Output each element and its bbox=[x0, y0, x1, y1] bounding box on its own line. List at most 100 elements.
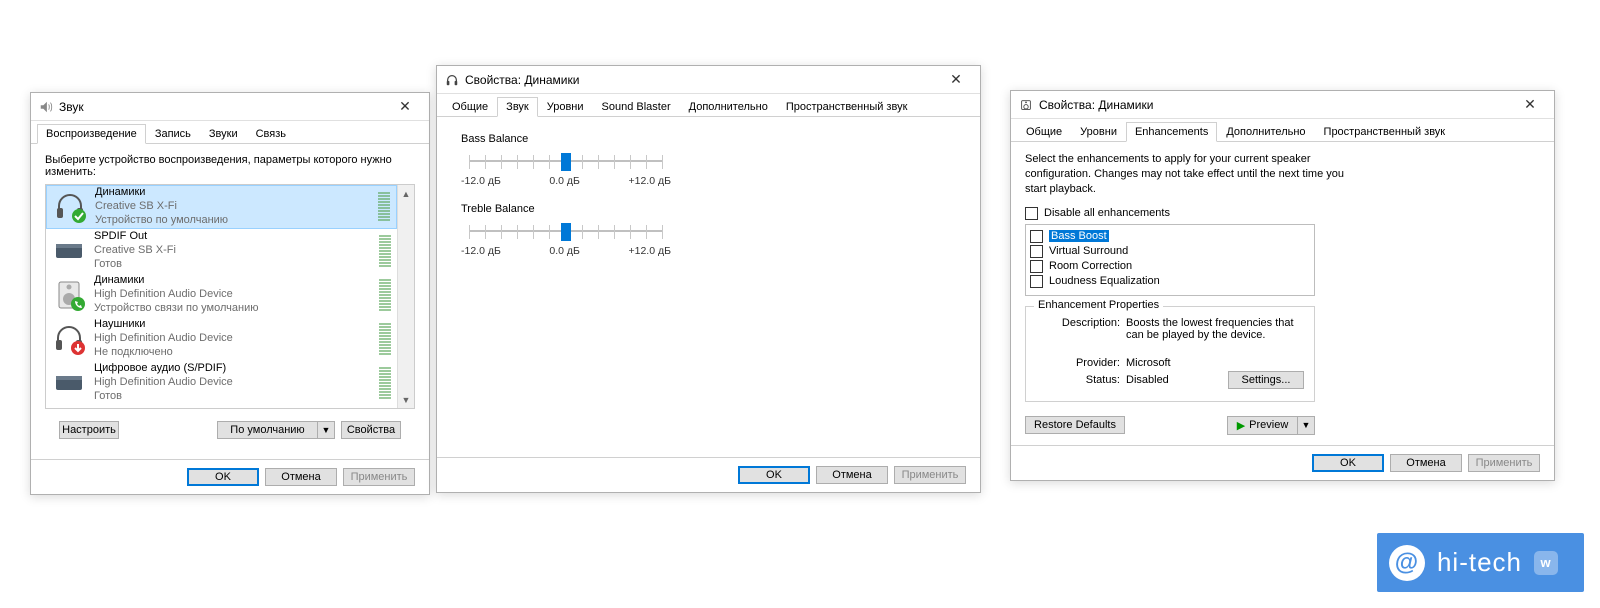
enhancement-list: Bass BoostVirtual Surround Room Correctio… bbox=[1025, 224, 1315, 296]
tab-strip: ВоспроизведениеЗаписьЗвукиСвязь bbox=[31, 121, 429, 144]
enhancement-item[interactable]: Loudness Equalization bbox=[1030, 274, 1308, 289]
enhancement-item[interactable]: Virtual Surround bbox=[1030, 244, 1308, 259]
titlebar[interactable]: Свойства: Динамики ✕ bbox=[437, 66, 980, 94]
enhancement-properties-group: Enhancement Properties Description:Boost… bbox=[1025, 306, 1315, 402]
scroll-up-icon[interactable]: ▲ bbox=[398, 185, 414, 202]
fieldset-legend: Enhancement Properties bbox=[1034, 299, 1163, 311]
checkbox-icon[interactable] bbox=[1030, 245, 1043, 258]
tab-strip: ОбщиеЗвукУровниSound BlasterДополнительн… bbox=[437, 94, 980, 117]
ok-button[interactable]: OK bbox=[187, 468, 259, 486]
tab-общие[interactable]: Общие bbox=[1017, 122, 1071, 142]
ok-button[interactable]: OK bbox=[1312, 454, 1384, 472]
chevron-down-icon[interactable]: ▼ bbox=[317, 421, 335, 439]
dialog-buttons: OK Отмена Применить bbox=[31, 459, 429, 494]
tab-пространственный-звук[interactable]: Пространственный звук bbox=[777, 97, 917, 117]
device-name: SPDIF Out bbox=[94, 230, 377, 244]
window-title: Звук bbox=[59, 100, 385, 114]
configure-button[interactable]: Настроить bbox=[59, 421, 119, 439]
properties-button[interactable]: Свойства bbox=[341, 421, 401, 439]
tab-strip: ОбщиеУровниEnhancementsДополнительноПрос… bbox=[1011, 119, 1554, 142]
tab-пространственный-звук[interactable]: Пространственный звук bbox=[1315, 122, 1455, 142]
device-list: ДинамикиCreative SB X-FiУстройство по ум… bbox=[45, 184, 415, 409]
cancel-button[interactable]: Отмена bbox=[265, 468, 337, 486]
tab-звуки[interactable]: Звуки bbox=[200, 124, 247, 144]
device-item[interactable]: Цифровое аудио (S/PDIF)High Definition A… bbox=[46, 361, 397, 405]
device-item[interactable]: SPDIF OutCreative SB X-FiГотов bbox=[46, 229, 397, 273]
tab-enhancements[interactable]: Enhancements bbox=[1126, 122, 1217, 142]
tab-воспроизведение[interactable]: Воспроизведение bbox=[37, 124, 146, 144]
checkbox-icon[interactable] bbox=[1030, 260, 1043, 273]
device-item[interactable]: ДинамикиHigh Definition Audio DeviceУстр… bbox=[46, 273, 397, 317]
restore-defaults-button[interactable]: Restore Defaults bbox=[1025, 416, 1125, 434]
checkbox-icon[interactable] bbox=[1030, 230, 1043, 243]
slider-group: Bass Balance-12.0 дБ0.0 дБ+12.0 дБ bbox=[461, 133, 671, 187]
disable-all-checkbox[interactable]: Disable all enhancements bbox=[1025, 207, 1540, 220]
apply-button[interactable]: Применить bbox=[894, 466, 966, 484]
default-button[interactable]: По умолчанию bbox=[217, 421, 317, 439]
status-row: Status:DisabledSettings... bbox=[1036, 371, 1304, 389]
enhancement-item[interactable]: Bass Boost bbox=[1030, 229, 1308, 244]
tab-sound-blaster[interactable]: Sound Blaster bbox=[593, 97, 680, 117]
scrollbar[interactable]: ▲ ▼ bbox=[397, 185, 414, 408]
slider-thumb[interactable] bbox=[561, 223, 571, 241]
headphones-icon bbox=[445, 73, 459, 87]
close-icon[interactable]: ✕ bbox=[936, 70, 976, 90]
apply-button[interactable]: Применить bbox=[343, 468, 415, 486]
tab-дополнительно[interactable]: Дополнительно bbox=[680, 97, 777, 117]
level-meter bbox=[379, 279, 391, 311]
cancel-button[interactable]: Отмена bbox=[816, 466, 888, 484]
default-dropdown[interactable]: По умолчанию ▼ bbox=[217, 421, 335, 439]
dialog-buttons: OK Отмена Применить bbox=[1011, 445, 1554, 480]
slider-min: -12.0 дБ bbox=[461, 175, 501, 187]
properties-sound-window: Свойства: Динамики ✕ ОбщиеЗвукУровниSoun… bbox=[436, 65, 981, 493]
device-driver: High Definition Audio Device bbox=[94, 332, 377, 346]
device-item[interactable]: НаушникиHigh Definition Audio DeviceНе п… bbox=[46, 317, 397, 361]
preview-dropdown[interactable]: ▶Preview ▼ bbox=[1227, 416, 1315, 435]
titlebar[interactable]: Звук ✕ bbox=[31, 93, 429, 121]
titlebar[interactable]: Свойства: Динамики ✕ bbox=[1011, 91, 1554, 119]
enhancement-label: Room Correction bbox=[1049, 260, 1132, 272]
close-icon[interactable]: ✕ bbox=[1510, 95, 1550, 115]
enhancement-item[interactable]: Room Correction bbox=[1030, 259, 1308, 274]
device-icon bbox=[52, 366, 86, 400]
tab-связь[interactable]: Связь bbox=[247, 124, 295, 144]
tab-общие[interactable]: Общие bbox=[443, 97, 497, 117]
device-item[interactable]: ДинамикиCreative SB X-FiУстройство по ум… bbox=[46, 185, 397, 229]
tab-звук[interactable]: Звук bbox=[497, 97, 538, 117]
close-icon[interactable]: ✕ bbox=[385, 97, 425, 117]
slider-track[interactable] bbox=[461, 221, 671, 243]
device-status: Устройство связи по умолчанию bbox=[94, 302, 377, 316]
tab-content: Выберите устройство воспроизведения, пар… bbox=[31, 144, 429, 459]
ok-button[interactable]: OK bbox=[738, 466, 810, 484]
settings-button[interactable]: Settings... bbox=[1228, 371, 1304, 389]
level-meter bbox=[378, 192, 390, 222]
slider-scale: -12.0 дБ0.0 дБ+12.0 дБ bbox=[461, 175, 671, 187]
speaker-icon bbox=[39, 100, 53, 114]
cancel-button[interactable]: Отмена bbox=[1390, 454, 1462, 472]
tab-уровни[interactable]: Уровни bbox=[538, 97, 593, 117]
scroll-down-icon[interactable]: ▼ bbox=[398, 391, 414, 408]
chevron-down-icon[interactable]: ▼ bbox=[1297, 416, 1315, 435]
level-meter bbox=[379, 367, 391, 399]
dialog-buttons: OK Отмена Применить bbox=[437, 457, 980, 492]
apply-button[interactable]: Применить bbox=[1468, 454, 1540, 472]
device-status: Устройство по умолчанию bbox=[95, 214, 376, 228]
device-icon bbox=[52, 322, 86, 356]
slider-label: Bass Balance bbox=[461, 133, 671, 145]
slider-thumb[interactable] bbox=[561, 153, 571, 171]
device-name: Динамики bbox=[95, 186, 376, 200]
device-driver: High Definition Audio Device bbox=[94, 288, 377, 302]
tab-дополнительно[interactable]: Дополнительно bbox=[1217, 122, 1314, 142]
enhancement-label: Virtual Surround bbox=[1049, 245, 1128, 257]
sound-window: Звук ✕ ВоспроизведениеЗаписьЗвукиСвязь В… bbox=[30, 92, 430, 495]
preview-button[interactable]: ▶Preview bbox=[1227, 416, 1297, 435]
slider-mid: 0.0 дБ bbox=[549, 175, 580, 187]
tab-запись[interactable]: Запись bbox=[146, 124, 200, 144]
slider-group: Treble Balance-12.0 дБ0.0 дБ+12.0 дБ bbox=[461, 203, 671, 257]
checkbox-icon[interactable] bbox=[1030, 275, 1043, 288]
window-title: Свойства: Динамики bbox=[465, 73, 936, 87]
tab-уровни[interactable]: Уровни bbox=[1071, 122, 1126, 142]
description-value: Boosts the lowest frequencies that can b… bbox=[1126, 317, 1304, 341]
slider-track[interactable] bbox=[461, 151, 671, 173]
slider-scale: -12.0 дБ0.0 дБ+12.0 дБ bbox=[461, 245, 671, 257]
